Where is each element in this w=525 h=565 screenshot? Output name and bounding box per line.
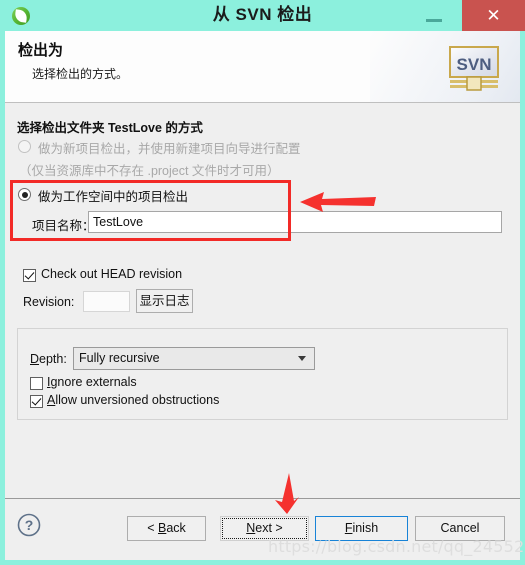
- chevron-down-icon: [298, 356, 306, 361]
- back-mnemonic: B: [157, 521, 167, 535]
- watermark: https://blog.csdn.net/qq_24552437: [268, 537, 525, 556]
- depth-label-mnemonic: D: [30, 352, 40, 366]
- dialog-body: 选择检出文件夹 TestLove 的方式 做为新项目检出，并使用新建项目向导进行…: [5, 103, 520, 498]
- next-mnemonic: N: [246, 521, 256, 535]
- checkbox-checkout-head[interactable]: [23, 269, 36, 282]
- radio-new-project-label: 做为新项目检出，并使用新建项目向导进行配置: [38, 142, 301, 156]
- page-title: 检出为: [18, 42, 64, 59]
- radio-workspace-project[interactable]: [18, 188, 31, 201]
- finish-mnemonic: F: [344, 521, 353, 535]
- ignore-externals-rest: gnore externals: [50, 375, 137, 389]
- allow-unversioned-rest: llow unversioned obstructions: [55, 393, 220, 407]
- depth-label: Depth:: [30, 352, 67, 366]
- revision-label: Revision:: [23, 295, 75, 309]
- page-subtitle: 选择检出的方式。: [32, 67, 129, 81]
- checkbox-allow-unversioned-label: Allow unversioned obstructions: [47, 393, 219, 407]
- checkbox-ignore-externals[interactable]: [30, 377, 43, 390]
- svg-text:SVN: SVN: [457, 55, 492, 74]
- svn-logo-icon: SVN: [449, 46, 499, 91]
- svn-checkout-dialog: 从 SVN 检出 ✕ 检出为 选择检出的方式。 SVN 选择检出文件夹 Test…: [0, 0, 525, 565]
- depth-label-rest: epth:: [39, 352, 67, 366]
- back-button[interactable]: < Back: [127, 516, 206, 541]
- checkbox-ignore-externals-label: Ignore externals: [47, 375, 137, 389]
- title-bar: 从 SVN 检出 ✕: [0, 0, 525, 31]
- project-name-label: 项目名称：: [32, 219, 95, 233]
- minimize-button[interactable]: [418, 0, 452, 31]
- dialog-header: 检出为 选择检出的方式。: [5, 31, 520, 103]
- radio-new-project-hint: （仅当资源库中不存在 .project 文件时才可用）: [19, 164, 280, 178]
- radio-new-project: [18, 140, 31, 153]
- close-icon: ✕: [486, 6, 501, 25]
- project-name-input[interactable]: TestLove: [88, 211, 502, 233]
- question-mark-icon[interactable]: ?: [17, 513, 41, 537]
- svg-text:?: ?: [25, 517, 34, 533]
- show-log-button[interactable]: 显示日志: [136, 289, 193, 313]
- revision-input[interactable]: [83, 291, 130, 312]
- radio-workspace-project-label: 做为工作空间中的项目检出: [38, 190, 189, 204]
- depth-combobox[interactable]: Fully recursive: [73, 347, 315, 370]
- checkbox-checkout-head-label: Check out HEAD revision: [41, 267, 183, 281]
- depth-combobox-value: Fully recursive: [79, 351, 160, 365]
- section-label: 选择检出文件夹 TestLove 的方式: [17, 121, 203, 135]
- checkbox-allow-unversioned[interactable]: [30, 395, 43, 408]
- close-button[interactable]: ✕: [462, 0, 525, 31]
